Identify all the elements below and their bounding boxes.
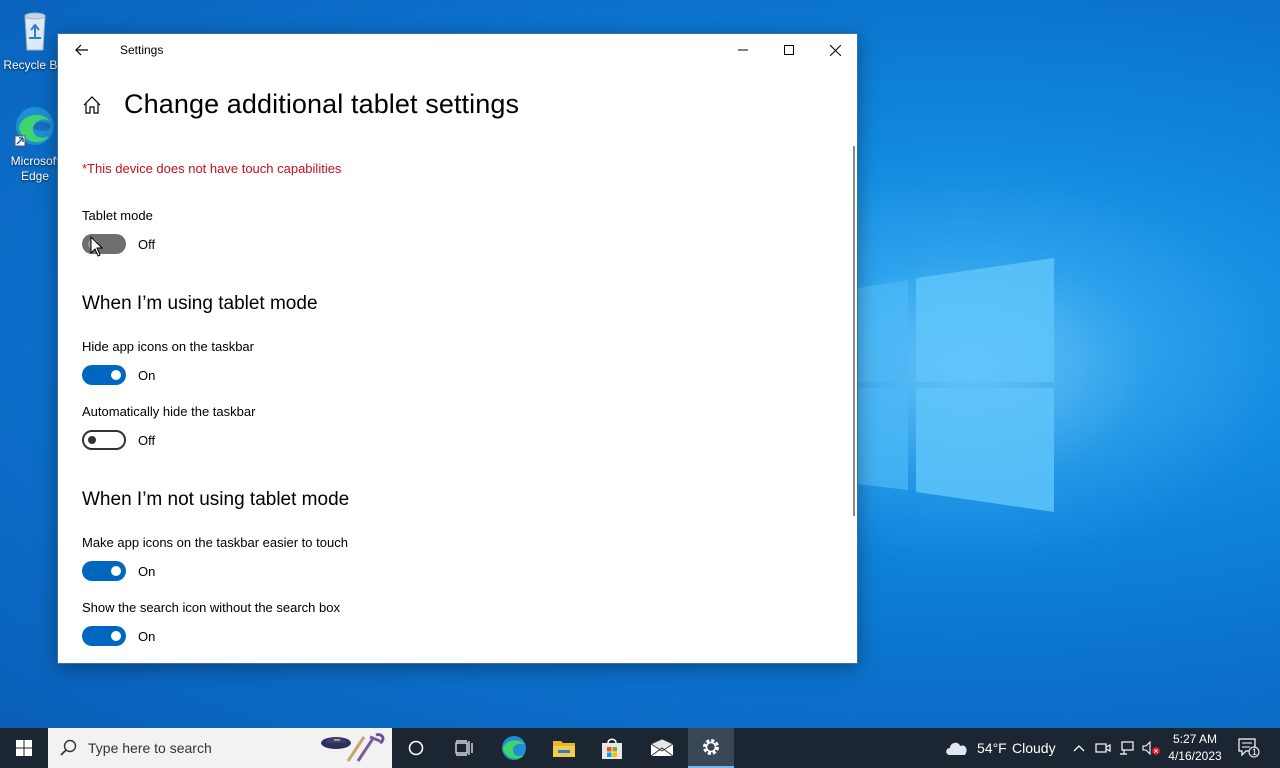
network-button[interactable] (1116, 728, 1138, 768)
tablet-mode-label: Tablet mode (82, 208, 153, 223)
cortana-circle-icon (408, 740, 424, 756)
auto-hide-taskbar-label: Automatically hide the taskbar (82, 404, 256, 419)
meet-now-icon (1095, 743, 1111, 753)
edge-icon (502, 736, 526, 760)
close-button[interactable] (812, 34, 857, 66)
title-bar[interactable]: Settings (58, 34, 857, 66)
edge-icon (14, 107, 54, 147)
easier-touch-icons-state: On (138, 564, 156, 579)
volume-button[interactable] (1140, 728, 1162, 768)
search-placeholder: Type here to search (88, 740, 212, 756)
volume-muted-icon (1142, 741, 1160, 755)
weather-widget[interactable] (940, 728, 974, 768)
clock-time: 5:27 AM (1172, 732, 1218, 746)
windows-start-icon (16, 740, 32, 756)
toggle-knob (111, 370, 121, 380)
weather-condition[interactable]: Cloudy (1012, 740, 1056, 756)
network-icon (1120, 741, 1134, 755)
tablet-mode-state: Off (138, 237, 156, 252)
chevron-up-icon (1073, 745, 1085, 752)
start-button[interactable] (0, 728, 48, 768)
gear-icon (703, 739, 719, 755)
settings-window: Settings Change additional tablet settin… (57, 33, 858, 664)
hide-app-icons-toggle[interactable] (82, 365, 126, 385)
search-highlight-illustration-icon (321, 733, 385, 762)
cloud-icon (946, 742, 967, 755)
tablet-mode-toggle[interactable] (82, 234, 126, 254)
microsoft-store-icon (602, 738, 622, 759)
notification-count-badge: 1 (1252, 747, 1258, 757)
settings-taskbar-button[interactable] (688, 728, 734, 768)
easier-touch-icons-toggle[interactable] (82, 561, 126, 581)
hide-app-icons-state: On (138, 368, 156, 383)
cortana-button[interactable] (392, 728, 440, 768)
easier-touch-icons-label: Make app icons on the taskbar easier to … (82, 535, 348, 550)
back-arrow-icon (75, 44, 88, 56)
taskbar: Type here to search 54°F Cloudy 5:27 AM … (0, 728, 1280, 768)
maximize-icon (784, 45, 794, 55)
home-button[interactable] (82, 95, 104, 117)
file-explorer-button[interactable] (540, 728, 588, 768)
scrollbar[interactable] (853, 146, 855, 516)
mail-button[interactable] (638, 728, 686, 768)
taskbar-edge-button[interactable] (490, 728, 538, 768)
minimize-button[interactable] (720, 34, 766, 66)
page-title: Change additional tablet settings (124, 89, 520, 119)
home-icon (83, 96, 101, 114)
taskbar-search-box[interactable]: Type here to search (48, 728, 392, 768)
auto-hide-taskbar-state: Off (138, 433, 156, 448)
hide-app-icons-label: Hide app icons on the taskbar (82, 339, 254, 354)
search-icon (60, 739, 77, 756)
search-icon-only-state: On (138, 629, 156, 644)
toggle-knob (111, 566, 121, 576)
touch-warning-text: *This device does not have touch capabil… (82, 161, 342, 176)
close-icon (829, 44, 841, 56)
mail-icon (650, 739, 674, 757)
toggle-knob (111, 631, 121, 641)
recycle-bin-icon (24, 12, 46, 51)
action-center-button[interactable]: 1 (1234, 728, 1264, 768)
section-heading-using-tablet-mode: When I’m using tablet mode (82, 293, 318, 314)
show-hidden-icons-button[interactable] (1068, 728, 1090, 768)
task-view-icon (455, 740, 473, 756)
clock-date: 4/16/2023 (1168, 749, 1222, 763)
back-button[interactable] (66, 34, 98, 66)
auto-hide-taskbar-toggle[interactable] (82, 430, 126, 450)
meet-now-button[interactable] (1092, 728, 1114, 768)
microsoft-store-button[interactable] (588, 728, 636, 768)
task-view-button[interactable] (440, 728, 488, 768)
search-icon-only-label: Show the search icon without the search … (82, 600, 340, 615)
toggle-knob (88, 436, 96, 444)
section-heading-not-using-tablet-mode: When I’m not using tablet mode (82, 489, 350, 510)
windows-wallpaper-logo (858, 258, 1054, 512)
maximize-button[interactable] (766, 34, 812, 66)
window-title: Settings (120, 43, 164, 57)
taskbar-clock[interactable]: 5:27 AM 4/16/2023 (1160, 731, 1230, 765)
file-explorer-icon (553, 741, 575, 757)
minimize-icon (738, 49, 748, 51)
search-icon-only-toggle[interactable] (82, 626, 126, 646)
weather-temp[interactable]: 54°F (977, 740, 1007, 756)
mouse-cursor-icon (90, 236, 104, 257)
